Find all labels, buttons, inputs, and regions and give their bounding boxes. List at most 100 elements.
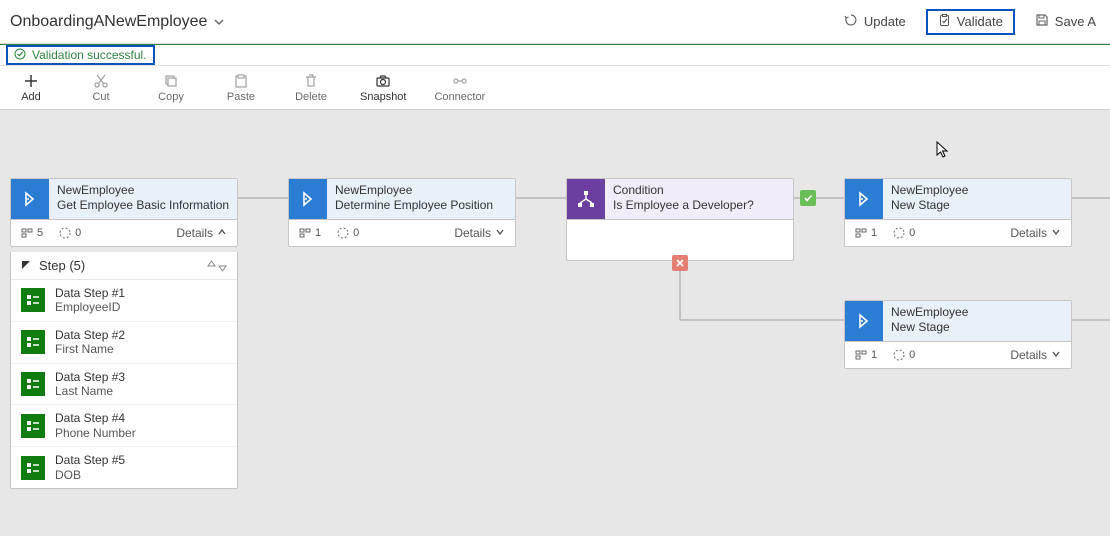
step-name: Data Step #2 [55, 328, 125, 342]
data-step-icon [21, 330, 45, 354]
step-row[interactable]: Data Step #5DOB [11, 447, 237, 488]
validate-label: Validate [957, 14, 1003, 29]
step-name: Data Step #3 [55, 370, 125, 384]
stage-card[interactable]: NewEmployee Determine Employee Position … [288, 178, 516, 247]
connector-button[interactable]: Connector [434, 73, 485, 103]
step-panel: Step (5) Data Step #1EmployeeID Data Ste… [10, 252, 238, 489]
toolbar: Add Cut Copy Paste Delete Snapshot Conne… [0, 66, 1110, 110]
add-button[interactable]: Add [10, 73, 52, 103]
steps-count: 1 [855, 349, 877, 361]
step-field: Last Name [55, 384, 125, 398]
step-panel-header[interactable]: Step (5) [11, 252, 237, 280]
refresh-icon [844, 13, 858, 30]
stage-card[interactable]: NewEmployee Get Employee Basic Informati… [10, 178, 238, 247]
step-name: Data Step #1 [55, 286, 125, 300]
notification-text: Validation successful. [32, 48, 147, 62]
sort-buttons[interactable] [207, 260, 227, 272]
check-circle-icon [14, 48, 26, 63]
camera-icon [375, 73, 391, 89]
validate-button[interactable]: Validate [926, 9, 1015, 35]
stage-chevron-icon [845, 179, 883, 219]
app-header: OnboardingANewEmployee Update Validate [0, 0, 1110, 44]
stage-title: Get Employee Basic Information [57, 198, 231, 213]
step-name: Data Step #5 [55, 453, 125, 467]
condition-card[interactable]: Condition Is Employee a Developer? [566, 178, 794, 261]
stage-entity: NewEmployee [891, 305, 1065, 320]
step-name: Data Step #4 [55, 411, 136, 425]
duration-count: 0 [893, 227, 915, 239]
data-step-icon [21, 288, 45, 312]
paste-label: Paste [227, 91, 255, 103]
chevron-down-icon [213, 16, 225, 28]
connector-icon [452, 73, 468, 89]
update-button[interactable]: Update [838, 9, 912, 34]
trash-icon [303, 73, 319, 89]
stage-chevron-icon [289, 179, 327, 219]
step-field: EmployeeID [55, 300, 125, 314]
data-step-icon [21, 414, 45, 438]
copy-button[interactable]: Copy [150, 73, 192, 103]
cut-button[interactable]: Cut [80, 73, 122, 103]
stage-chevron-icon [11, 179, 49, 219]
stage-title: New Stage [891, 198, 1065, 213]
details-toggle[interactable]: Details [1010, 348, 1061, 362]
step-field: Phone Number [55, 426, 136, 440]
step-field: First Name [55, 342, 125, 356]
mouse-cursor-icon [936, 141, 950, 164]
flow-title-text: OnboardingANewEmployee [10, 13, 207, 31]
duration-count: 0 [893, 349, 915, 361]
duration-count: 0 [337, 227, 359, 239]
snapshot-label: Snapshot [360, 91, 406, 103]
stage-card[interactable]: NewEmployee New Stage 1 0 Details [844, 300, 1072, 369]
step-row[interactable]: Data Step #1EmployeeID [11, 280, 237, 322]
details-toggle[interactable]: Details [1010, 226, 1061, 240]
condition-yes-badge [800, 190, 816, 206]
stage-chevron-icon [845, 301, 883, 341]
details-toggle[interactable]: Details [176, 226, 227, 240]
clipboard-check-icon [938, 14, 951, 30]
step-row[interactable]: Data Step #2First Name [11, 322, 237, 364]
condition-title: Is Employee a Developer? [613, 198, 787, 213]
delete-button[interactable]: Delete [290, 73, 332, 103]
save-button[interactable]: Save A [1029, 9, 1102, 34]
flow-title[interactable]: OnboardingANewEmployee [0, 13, 225, 31]
steps-count: 1 [299, 227, 321, 239]
condition-entity: Condition [613, 183, 787, 198]
triangle-collapse-icon [21, 258, 31, 273]
copy-icon [163, 73, 179, 89]
stage-title: New Stage [891, 320, 1065, 335]
chevron-down-icon [1051, 348, 1061, 362]
paste-button[interactable]: Paste [220, 73, 262, 103]
data-step-icon [21, 372, 45, 396]
cut-label: Cut [92, 91, 109, 103]
duration-count: 0 [59, 227, 81, 239]
stage-entity: NewEmployee [891, 183, 1065, 198]
chevron-down-icon [495, 226, 505, 240]
stage-card[interactable]: NewEmployee New Stage 1 0 Details [844, 178, 1072, 247]
condition-no-badge [672, 255, 688, 271]
snapshot-button[interactable]: Snapshot [360, 73, 406, 103]
stage-entity: NewEmployee [335, 183, 509, 198]
steps-count: 5 [21, 227, 43, 239]
delete-label: Delete [295, 91, 327, 103]
step-row[interactable]: Data Step #4Phone Number [11, 405, 237, 447]
notification-bar: Validation successful. [0, 44, 1110, 66]
steps-count: 1 [855, 227, 877, 239]
branch-icon [567, 179, 605, 219]
copy-label: Copy [158, 91, 184, 103]
add-label: Add [21, 91, 41, 103]
save-label: Save A [1055, 14, 1096, 29]
stage-entity: NewEmployee [57, 183, 231, 198]
stage-title: Determine Employee Position [335, 198, 509, 213]
step-field: DOB [55, 468, 125, 482]
connector-label: Connector [434, 91, 485, 103]
step-row[interactable]: Data Step #3Last Name [11, 364, 237, 406]
chevron-down-icon [1051, 226, 1061, 240]
step-panel-title: Step (5) [39, 258, 85, 273]
save-icon [1035, 13, 1049, 30]
scissors-icon [93, 73, 109, 89]
details-toggle[interactable]: Details [454, 226, 505, 240]
data-step-icon [21, 456, 45, 480]
update-label: Update [864, 14, 906, 29]
plus-icon [23, 73, 39, 89]
